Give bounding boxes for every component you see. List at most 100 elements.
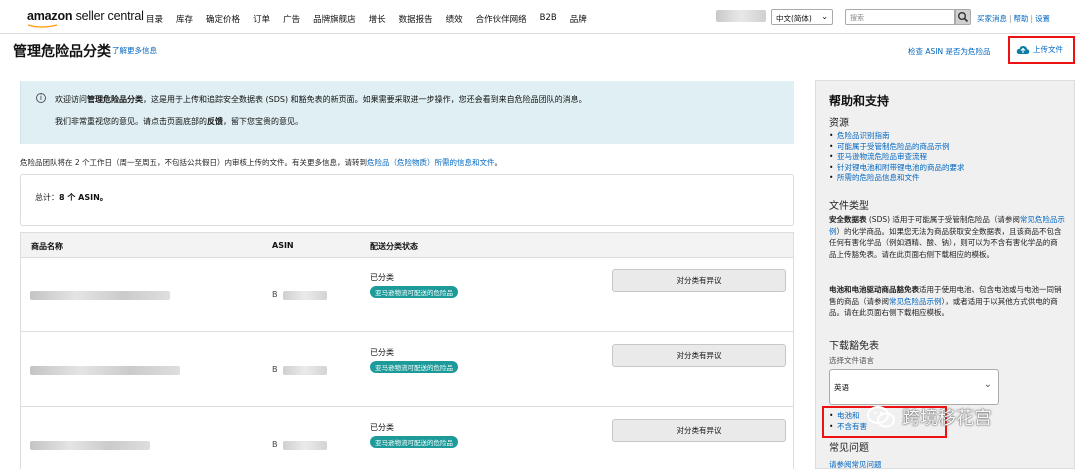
total-value: 8 个 ASIN。 [59,193,108,202]
file-language-value: 英语 [834,383,849,392]
banner-line-1: 欢迎访问管理危险品分类，这是用于上传和追踪安全数据表 (SDS) 和豁免表的新页… [55,94,587,105]
battery-bold: 电池和电池驱动商品豁免表 [829,285,919,294]
asin-prefix: B [272,365,278,374]
resource-link[interactable]: 可能属于受管制危险品的商品示例 [829,142,965,153]
menu-stores[interactable]: 品牌旗舰店 [313,13,356,25]
table-row: B 已分类 亚马逊物流可配送的危险品 对分类有异议 [21,258,793,332]
blurred-asin [283,366,327,375]
asin-prefix: B [272,440,278,449]
banner-line2-pre: 我们非常重视您的意见。请点击页面底部的 [55,117,207,126]
sds-text-2: ）的化学商品。如果您无法为商品获取安全数据表，且该商品不包含任何有害化学品（例如… [829,226,1062,259]
resource-link[interactable]: 针对锂电池和附带锂电池的商品的要求 [829,163,965,174]
buyer-messages-link[interactable]: 买家消息 [977,14,1007,23]
blurred-product-name[interactable] [30,366,180,375]
menu-partner-network[interactable]: 合作伙伴网络 [476,13,527,25]
battery-description: 电池和电池驱动商品豁免表适用于使用电池、包含电池或与电池一同销售的商品（请参阅常… [829,284,1065,319]
search-input[interactable]: 搜索 [845,9,955,25]
note-text: 危险品团队将在 2 个工作日（周一至周五，不包括公共假日）内审核上传的文件。有关… [20,158,368,167]
column-product-name: 商品名称 [31,242,63,251]
search-icon [958,12,969,23]
wechat-icon [867,406,895,428]
language-value: 中文(简体) [776,14,812,23]
note-end: 。 [494,158,503,167]
dispute-classification-button[interactable]: 对分类有异议 [612,269,786,292]
file-language-select[interactable]: 英语 ⌄ [829,369,999,405]
amazon-smile-icon [27,24,58,28]
sds-text: (SDS) 适用于可能属于受管制危险品（请参阅 [866,215,1020,224]
column-status: 配送分类状态 [370,242,418,251]
blurred-product-name[interactable] [30,291,170,300]
download-heading: 下载豁免表 [829,341,879,352]
settings-link[interactable]: 设置 [1035,14,1050,23]
column-asin: ASIN [272,241,294,250]
check-asin-link[interactable]: 检查 ASIN 是否为危险品 [908,46,990,57]
resources-heading: 资源 [829,118,849,129]
sds-bold: 安全数据表 [829,215,867,224]
info-icon: i [36,93,46,103]
blurred-account-name[interactable] [716,10,766,22]
dispute-classification-button[interactable]: 对分类有异议 [612,419,786,442]
menu-inventory[interactable]: 库存 [176,13,193,25]
menu-orders[interactable]: 订单 [253,13,270,25]
resources-list: 危险品识别指南 可能属于受管制危险品的商品示例 亚马逊物流危险品审查流程 针对锂… [829,131,965,184]
choose-language-label: 选择文件语言 [829,356,874,365]
resource-link[interactable]: 危险品识别指南 [829,131,965,142]
status-badge: 亚马逊物流可配送的危险品 [370,361,458,373]
banner-line2-post: ，留下您宝贵的意见。 [223,117,303,126]
top-navigation-bar: amazon seller central 目录 库存 确定价格 订单 广告 品… [0,0,1080,34]
menu-performance[interactable]: 绩效 [446,13,463,25]
chevron-down-icon: ⌄ [821,12,828,21]
banner-line1-bold: 管理危险品分类 [87,95,143,104]
learn-more-link[interactable]: 了解更多信息 [112,45,157,56]
status-badge: 亚马逊物流可配送的危险品 [370,436,458,448]
resource-link[interactable]: 亚马逊物流危险品审查流程 [829,152,965,163]
menu-brands[interactable]: 品牌 [570,13,587,25]
upload-file-button[interactable]: 上传文件 [1016,44,1063,55]
total-label: 总计： [35,193,59,202]
blurred-asin [283,441,327,450]
table-row: B 已分类 亚马逊物流可配送的危险品 对分类有异议 [21,333,793,407]
banner-line1-post: ，这是用于上传和追踪安全数据表 (SDS) 和豁免表的新页面。如果需要采取进一步… [143,95,587,104]
battery-examples-link[interactable]: 常见危险品示例 [889,297,942,306]
top-links: 买家消息 | 帮助 | 设置 [977,14,1051,23]
menu-pricing[interactable]: 确定价格 [206,13,240,25]
sidebar-title: 帮助和支持 [829,94,890,108]
page-title: 管理危险品分类 [13,44,111,60]
amazon-seller-central-logo[interactable]: amazon seller central [27,9,144,23]
faq-link[interactable]: 请参阅常见问题 [829,459,882,469]
required-info-link[interactable]: 危险品（危险物质）所需的信息和文件 [367,158,495,167]
table-header: 商品名称 ASIN 配送分类状态 [21,233,793,258]
resource-link[interactable]: 所需的危险品信息和文件 [829,173,965,184]
menu-reports[interactable]: 数据报告 [399,13,433,25]
banner-line-2: 我们非常重视您的意见。请点击页面底部的反馈，留下您宝贵的意见。 [55,116,303,127]
menu-advertising[interactable]: 广告 [283,13,300,25]
dispute-classification-button[interactable]: 对分类有异议 [612,344,786,367]
total-summary-box: 总计：8 个 ASIN。 [20,174,794,226]
faq-heading: 常见问题 [829,443,869,454]
blurred-product-name[interactable] [30,441,150,450]
status-badge: 亚马逊物流可配送的危险品 [370,286,458,298]
chevron-down-icon: ⌄ [983,379,992,390]
classification-status: 已分类 [370,423,394,432]
classification-status: 已分类 [370,273,394,282]
cloud-upload-icon [1016,45,1030,54]
table-row: B 已分类 亚马逊物流可配送的危险品 对分类有异议 [21,408,793,469]
asin-table: 商品名称 ASIN 配送分类状态 B 已分类 亚马逊物流可配送的危险品 对分类有… [20,232,794,469]
upload-file-label: 上传文件 [1033,45,1063,54]
search-button[interactable] [955,9,971,25]
review-note: 危险品团队将在 2 个工作日（周一至周五，不包括公共假日）内审核上传的文件。有关… [20,157,502,168]
banner-line1-pre: 欢迎访问 [55,95,87,104]
logo-rest-text: seller central [72,9,144,23]
menu-b2b[interactable]: B2B [540,13,557,25]
help-link[interactable]: 帮助 [1014,14,1029,23]
info-banner: i 欢迎访问管理危险品分类，这是用于上传和追踪安全数据表 (SDS) 和豁免表的… [20,81,794,144]
main-menu: 目录 库存 确定价格 订单 广告 品牌旗舰店 增长 数据报告 绩效 合作伙伴网络… [146,13,600,25]
total-text: 总计：8 个 ASIN。 [35,192,108,203]
asin-prefix: B [272,290,278,299]
menu-growth[interactable]: 增长 [369,13,386,25]
banner-feedback-bold: 反馈 [207,117,223,126]
watermark: 跨境移花宫 [866,404,992,430]
language-select[interactable]: 中文(简体) ⌄ [771,9,833,25]
file-types-heading: 文件类型 [829,201,869,212]
menu-catalog[interactable]: 目录 [146,13,163,25]
